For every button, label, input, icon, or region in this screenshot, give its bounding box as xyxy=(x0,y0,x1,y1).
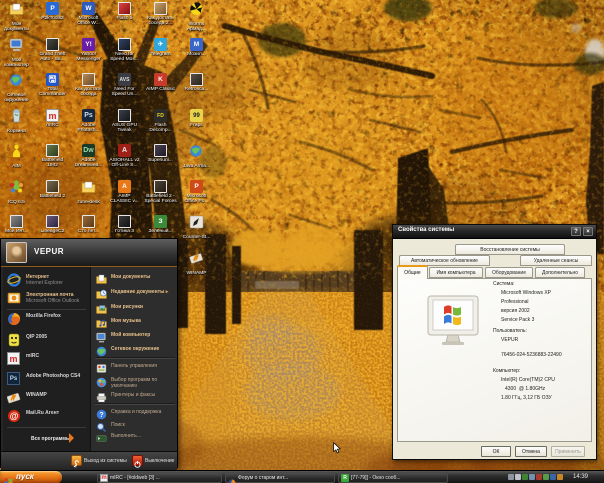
svg-text:?: ? xyxy=(99,412,103,419)
svg-text:@: @ xyxy=(10,411,19,421)
